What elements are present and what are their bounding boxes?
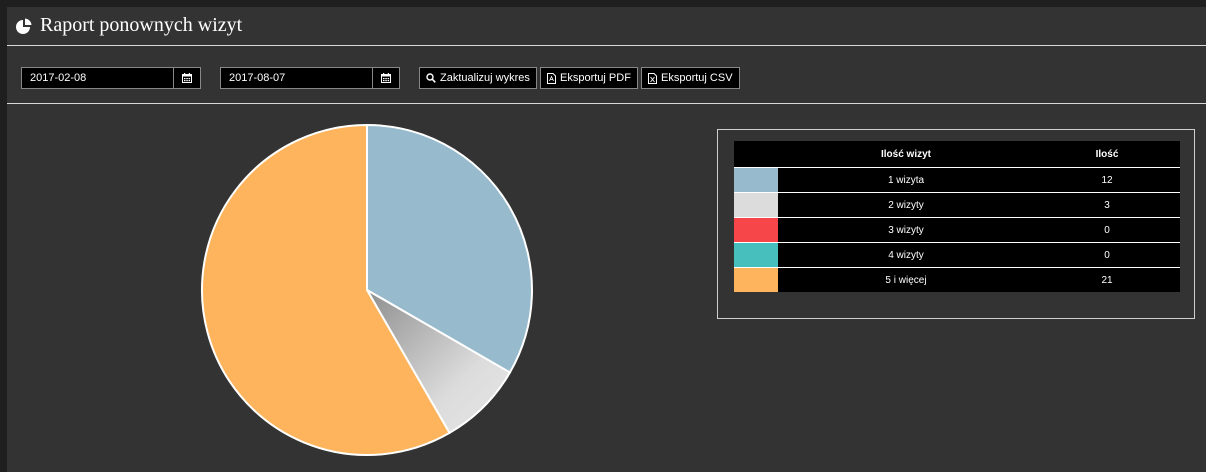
legend-category: 1 wizyta [778,167,1034,193]
legend-row: 4 wizyty 0 [734,242,1180,268]
legend-row: 2 wizyty 3 [734,192,1180,218]
legend-row: 1 wizyta 12 [734,167,1180,193]
legend-swatch-cell [734,268,778,292]
legend-category: 4 wizyty [778,242,1034,268]
legend-value: 0 [1034,217,1180,243]
legend-value: 12 [1034,167,1180,193]
legend-swatch [734,218,778,242]
legend-swatch-cell [734,217,778,243]
legend-swatch [734,168,778,192]
legend-header-count: Ilość [1034,141,1180,168]
legend-swatch [734,243,778,267]
legend-header-color [734,141,778,168]
legend-category: 5 i więcej [885,274,927,286]
legend-value: 21 [1101,274,1113,286]
legend-value: 3 [1034,192,1180,218]
legend-box: Ilość wizyt Ilość 1 wizyta 12 2 wizyty 3 [717,129,1195,319]
legend-swatch [734,268,778,292]
legend-row: 5 i więcej 21 [734,268,1180,292]
legend-value: 0 [1034,242,1180,268]
legend-swatch [734,193,778,217]
legend-table: Ilość wizyt Ilość 1 wizyta 12 2 wizyty 3 [734,141,1180,292]
legend-category: 2 wizyty [778,192,1034,218]
legend-swatch-cell [734,167,778,193]
legend-header-row: Ilość wizyt Ilość [734,141,1180,168]
legend-header-visits: Ilość wizyt [778,141,1034,168]
legend-row: 3 wizyty 0 [734,217,1180,243]
legend-swatch-cell [734,242,778,268]
report-panel: Raport ponownych wizyt 2017-02-08 2017-0… [7,7,1206,472]
legend-swatch-cell [734,192,778,218]
legend-category: 3 wizyty [778,217,1034,243]
